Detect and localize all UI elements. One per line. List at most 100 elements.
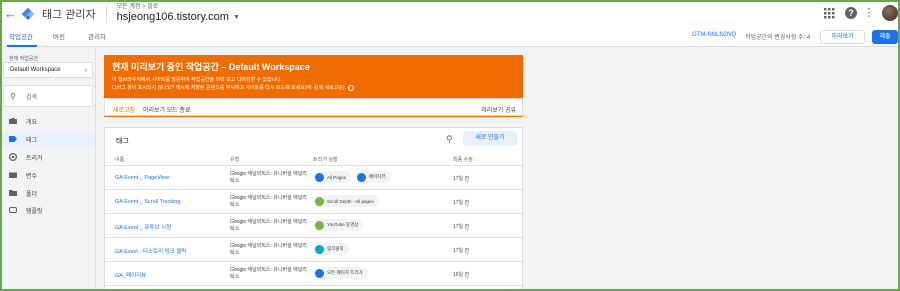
search-icon[interactable]: ⚲ <box>446 134 453 145</box>
trigger-chip-label: YouTube 동영상 <box>327 222 359 227</box>
sidebar: 현재 작업공간 Default Workspace › ⚲ 검색 개요 태그 트… <box>0 48 96 291</box>
more-vert-icon[interactable]: ⋮ <box>860 4 878 22</box>
table-row[interactable]: GA Event _ PageView Google 애널리틱스: 유니버설 애널… <box>105 167 524 190</box>
column-header-type[interactable]: 유형 <box>230 156 239 163</box>
tab-admin[interactable]: 관리자 <box>88 31 106 41</box>
last-modified: 16일 전 <box>453 272 470 278</box>
sidebar-item-label: 변수 <box>26 173 38 180</box>
tag-type: Google 애널리틱스: 유니버설 애널리틱스 <box>230 219 307 232</box>
preview-banner-text-1: 이 웹브라우저에서 사이트를 방문하여 작업공간을 미리 보고 디버깅할 수 있… <box>112 77 283 83</box>
workspace-selector[interactable]: Default Workspace › <box>3 62 93 78</box>
tags-card: 태그 ⚲ 새로 만들기 이름 ↑ 유형 트리거 실행 최종 수정 GA Even… <box>104 127 524 291</box>
briefcase-icon <box>9 118 17 124</box>
trigger-chip[interactable]: YouTube 동영상 <box>313 219 364 231</box>
tag-name-link[interactable]: GA Evevt - 티스토리 링크 클릭 <box>115 247 186 255</box>
apps-grid-icon[interactable] <box>820 4 838 22</box>
trigger-chip[interactable]: All Pages <box>313 171 352 183</box>
sidebar-item-variables[interactable]: 변수 <box>0 168 95 182</box>
share-preview-link[interactable]: 미리보기 공유 <box>481 105 516 114</box>
trigger-type-icon <box>315 196 324 206</box>
refresh-link[interactable]: 새로고침 <box>113 105 135 114</box>
trigger-type-icon <box>315 244 324 254</box>
tag-name-link[interactable]: GA Event _ PageView <box>115 175 169 181</box>
table-row[interactable]: GA_페이지뷰 Google 애널리틱스: 유니버설 애널리틱스 모든 페이지 트리… <box>105 263 524 286</box>
firing-triggers: 링크클릭 <box>313 243 353 255</box>
breadcrumb: 모든 계정 > 블로 <box>116 4 159 10</box>
app-header: ← 태그 관리자 모든 계정 > 블로 hsjeong106.tistory.c… <box>0 0 900 27</box>
column-header-triggers[interactable]: 트리거 실행 <box>313 156 337 163</box>
sidebar-item-templates[interactable]: 템플릿 <box>0 203 95 217</box>
search-icon: ⚲ <box>10 91 16 101</box>
table-row[interactable]: GA Event _ Scroll Tracking Google 애널리틱스: … <box>105 191 524 214</box>
trigger-chip-label: 모든 페이지 트리거 <box>327 270 363 275</box>
tag-manager-logo-icon[interactable] <box>21 7 35 21</box>
sidebar-item-folders[interactable]: 폴더 <box>0 186 95 200</box>
exit-preview-link[interactable]: 미리보기 모드 종료 <box>143 105 191 114</box>
sidebar-item-label: 개요 <box>26 119 38 126</box>
workspace-label: 현재 작업공간 <box>9 56 38 62</box>
tag-name-link[interactable]: GA Event _ 유튜브 시청 <box>115 223 171 231</box>
firing-triggers: YouTube 동영상 <box>313 219 367 231</box>
template-icon <box>9 207 17 213</box>
firing-triggers: 모든 페이지 트리거 <box>313 267 372 279</box>
sidebar-search[interactable]: ⚲ 검색 <box>3 85 93 107</box>
workspace-name: Default Workspace <box>10 67 61 73</box>
trigger-chip-label: 링크클릭 <box>327 246 344 251</box>
tab-bar: 작업공간 버전 관리자 GTM-NNLN2NQ 작업공간의 변경사항 수: 4 … <box>0 27 900 47</box>
avatar[interactable] <box>882 5 898 21</box>
table-row[interactable]: GA Evevt - 티스토리 링크 클릭 Google 애널리틱스: 유니버설 … <box>105 239 524 262</box>
container-name[interactable]: hsjeong106.tistory.com ▼ <box>117 11 240 24</box>
tag-type: Google 애널리틱스: 유니버설 애널리틱스 <box>230 267 307 280</box>
preview-banner-title: 현재 미리보기 중인 작업공간 – Default Workspace <box>112 62 310 72</box>
container-id[interactable]: GTM-NNLN2NQ <box>692 32 736 38</box>
folder-icon <box>9 190 17 196</box>
preview-banner-text-2: 디버그 창이 표시되지 않나요? 캐시에 저장된 콘텐츠를 무시하고 사이트를 … <box>112 84 354 91</box>
last-modified: 17일 전 <box>453 200 470 206</box>
workspace-changes: 작업공간의 변경사항 수: 4 <box>745 35 811 41</box>
tag-type: Google 애널리틱스: 유니버설 애널리틱스 <box>230 243 307 256</box>
tab-versions[interactable]: 버전 <box>53 31 65 41</box>
firing-triggers: Scroll Depth - All pages <box>313 195 383 207</box>
trigger-chip[interactable]: 페이지뷰 <box>355 171 391 183</box>
sidebar-item-label: 템플릿 <box>26 208 43 215</box>
sidebar-item-label: 태그 <box>26 137 38 144</box>
preview-banner-actions: 새로고침 미리보기 모드 종료 미리보기 공유 <box>104 98 523 116</box>
help-icon[interactable]: ? <box>845 7 857 19</box>
trigger-chip-label: 페이지뷰 <box>369 174 386 179</box>
header-divider <box>105 4 107 23</box>
chevron-down-icon: ▼ <box>232 14 240 21</box>
table-row[interactable]: GA Event _ 유튜브 시청 Google 애널리틱스: 유니버설 애널리틱… <box>105 215 524 238</box>
trigger-type-icon <box>315 220 324 230</box>
submit-button[interactable]: 제출 <box>872 30 898 44</box>
sidebar-item-label: 폴더 <box>26 191 38 198</box>
new-tag-button[interactable]: 새로 만들기 <box>463 131 517 146</box>
info-icon[interactable] <box>347 84 354 91</box>
sidebar-item-overview[interactable]: 개요 <box>0 114 95 128</box>
tag-name-link[interactable]: GA_페이지뷰 <box>115 271 146 279</box>
sidebar-item-triggers[interactable]: 트리거 <box>0 150 95 164</box>
sidebar-item-tags[interactable]: 태그 <box>0 132 95 146</box>
trigger-chip[interactable]: 모든 페이지 트리거 <box>313 267 368 279</box>
trigger-chip[interactable]: 링크클릭 <box>313 243 349 255</box>
preview-button[interactable]: 미리보기 <box>820 30 865 44</box>
last-modified: 17일 전 <box>453 176 470 182</box>
tag-type: Google 애널리틱스: 유니버설 애널리틱스 <box>230 195 307 208</box>
tag-name-link[interactable]: GA Event _ Scroll Tracking <box>115 199 180 205</box>
tab-workspace[interactable]: 작업공간 <box>9 31 33 41</box>
chevron-right-icon: › <box>84 66 87 74</box>
trigger-chip-label: All Pages <box>327 174 347 180</box>
back-arrow-icon[interactable]: ← <box>4 6 18 21</box>
column-header-name[interactable]: 이름 ↑ <box>115 156 128 163</box>
trigger-chip[interactable]: Scroll Depth - All pages <box>313 195 379 207</box>
trigger-icon <box>9 153 17 161</box>
trigger-type-icon <box>357 172 367 182</box>
active-tab-indicator <box>7 45 37 47</box>
table-header: 이름 ↑ 유형 트리거 실행 최종 수정 <box>105 152 524 166</box>
sidebar-item-label: 트리거 <box>26 155 43 162</box>
header-actions: ? ⋮ <box>820 4 900 22</box>
account-switcher[interactable]: 모든 계정 > 블로 hsjeong106.tistory.com ▼ <box>117 3 240 24</box>
firing-triggers: All Pages 페이지뷰 <box>313 171 395 183</box>
variable-icon <box>9 172 17 178</box>
column-header-modified[interactable]: 최종 수정 <box>453 156 473 163</box>
trigger-chip-label: Scroll Depth - All pages <box>327 198 374 204</box>
